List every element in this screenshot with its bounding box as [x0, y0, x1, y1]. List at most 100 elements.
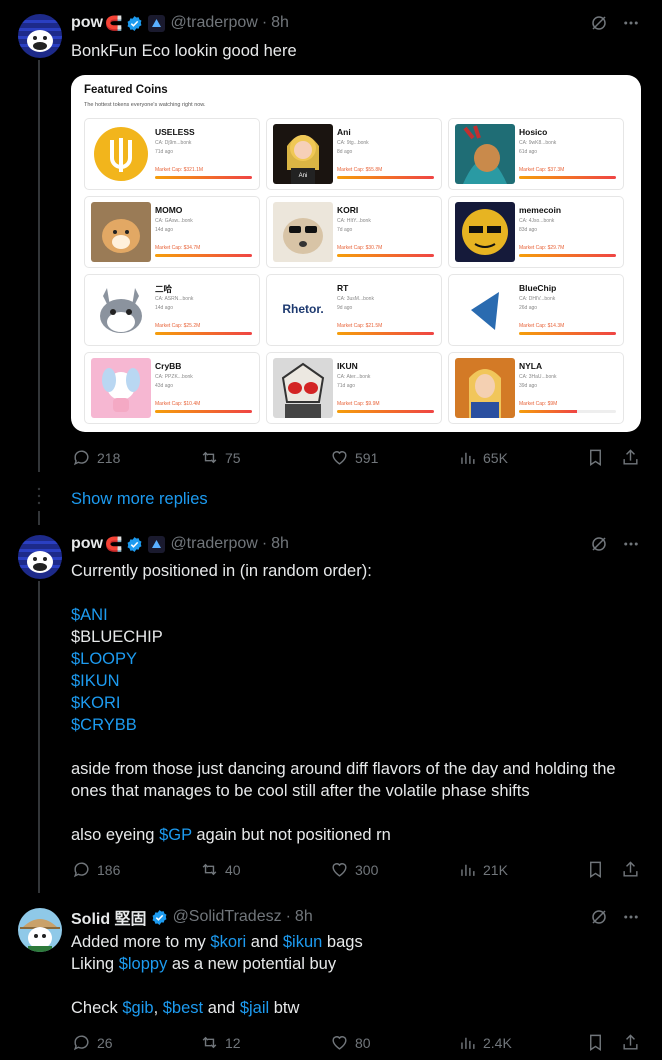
grok-icon[interactable]: [590, 14, 608, 32]
ticker-link[interactable]: $IKUN: [71, 670, 120, 692]
coin-progress-fill: [155, 176, 252, 179]
tweet-2[interactable]: pow 🧲 @traderpow · 8h Currently position…: [0, 533, 662, 895]
more-options-icon[interactable]: [622, 14, 640, 32]
more-options-icon[interactable]: [622, 908, 640, 926]
display-name[interactable]: Solid 堅固: [71, 905, 147, 929]
ticker-link[interactable]: $ANI: [71, 604, 108, 626]
display-name[interactable]: pow: [71, 535, 103, 553]
ticker-link[interactable]: $best: [163, 999, 203, 1017]
views-button[interactable]: 65K: [458, 448, 508, 467]
coin-thumbnail-label: Rhetor.: [282, 302, 324, 316]
tweet-header: pow 🧲 @traderpow · 8h: [71, 533, 289, 555]
reply-count: 26: [97, 1034, 113, 1051]
tweet-text-line: Liking $loppy as a new potential buy: [71, 953, 336, 975]
share-button[interactable]: [621, 860, 640, 879]
coin-thumbnail: [455, 358, 515, 418]
coin-name: 二哈: [155, 284, 173, 294]
verified-badge-icon[interactable]: [151, 909, 168, 926]
handle[interactable]: @traderpow: [170, 535, 257, 553]
coin-card: MOMO CA: GAsw...bonk 14d ago Market Cap: $3…: [84, 196, 260, 268]
text-segment: Added more to my: [71, 933, 211, 951]
coin-cap: Market Cap: $55.8M: [337, 167, 383, 173]
bookmark-button[interactable]: [586, 448, 605, 467]
ticker-link[interactable]: $gib: [122, 999, 153, 1017]
ticker-plain: $BLUECHIP: [71, 628, 163, 646]
coin-name: KORI: [337, 205, 359, 215]
handle[interactable]: @SolidTradesz: [173, 908, 282, 926]
affiliate-badge-icon[interactable]: [148, 14, 166, 32]
ticker-link[interactable]: $KORI: [71, 692, 121, 714]
coin-card: Ani Ani CA: 9tg...bonk 8d ago Market Cap: $5…: [266, 118, 442, 190]
timestamp[interactable]: 8h: [271, 14, 289, 32]
media-title: Featured Coins: [84, 84, 168, 96]
coin-ca: CA: DHIV...bonk: [519, 296, 556, 302]
share-button[interactable]: [621, 448, 640, 467]
tweet-paragraph: aside from those just dancing around dif…: [71, 760, 616, 778]
ticker-link[interactable]: $ikun: [283, 933, 322, 951]
coin-cap: Market Cap: $25.2M: [155, 323, 201, 329]
handle[interactable]: @traderpow: [170, 14, 257, 32]
coin-progress-fill: [519, 254, 616, 257]
views-button[interactable]: 2.4K: [458, 1033, 512, 1052]
views-button[interactable]: 21K: [458, 860, 508, 879]
coin-progress-bar: [155, 332, 252, 335]
magnet-icon: 🧲: [105, 535, 123, 552]
ticker-link[interactable]: $loppy: [119, 955, 168, 973]
ticker-link[interactable]: $LOOPY: [71, 648, 137, 670]
coin-cap: Market Cap: $9.9M: [337, 401, 380, 407]
like-button[interactable]: 300: [330, 860, 378, 879]
affiliate-badge-icon[interactable]: [148, 535, 166, 553]
reply-button[interactable]: 186: [72, 860, 120, 879]
coin-age: 8d ago: [337, 149, 353, 155]
ticker-link[interactable]: $CRYBB: [71, 714, 137, 736]
ticker-link[interactable]: $jail: [240, 999, 269, 1017]
bookmark-button[interactable]: [586, 860, 605, 879]
repost-button[interactable]: 12: [200, 1033, 241, 1052]
coin-age: 71d ago: [337, 383, 356, 389]
coin-progress-bar: [337, 410, 434, 413]
ticker-link[interactable]: $GP: [159, 826, 192, 844]
coin-name: memecoin: [519, 205, 562, 215]
ticker-link[interactable]: $kori: [210, 933, 246, 951]
timestamp[interactable]: 8h: [271, 535, 289, 553]
grok-icon[interactable]: [590, 908, 608, 926]
tweet-text-line: Check $gib, $best and $jail btw: [71, 997, 299, 1019]
coin-ca: CA: Ater...bonk: [337, 374, 371, 380]
coin-card: KORI CA: HItY...bonk 7d ago Market Cap: $30…: [266, 196, 442, 268]
coin-ca: CA: GAsw...bonk: [155, 218, 193, 224]
tweet-3[interactable]: Solid 堅固 @SolidTradesz · 8h Added more t…: [0, 906, 662, 1058]
repost-button[interactable]: 75: [200, 448, 241, 467]
timestamp[interactable]: 8h: [295, 908, 313, 926]
like-button[interactable]: 80: [330, 1033, 371, 1052]
verified-badge-icon[interactable]: [126, 536, 143, 553]
reply-button[interactable]: 218: [72, 448, 120, 467]
thread-line: [38, 60, 40, 472]
repost-button[interactable]: 40: [200, 860, 241, 879]
more-options-icon[interactable]: [622, 535, 640, 553]
coin-progress-fill: [337, 410, 434, 413]
show-more-replies-link[interactable]: Show more replies: [71, 490, 208, 509]
coin-card: NYLA CA: 3HaU...bonk 39d ago Market Cap: $9…: [448, 352, 624, 424]
verified-badge-icon[interactable]: [126, 15, 143, 32]
coin-progress-bar: [519, 332, 616, 335]
grok-icon[interactable]: [590, 535, 608, 553]
avatar-traderpow[interactable]: [18, 535, 62, 579]
display-name[interactable]: pow: [71, 14, 103, 32]
share-button[interactable]: [621, 1033, 640, 1052]
coin-name: NYLA: [519, 361, 543, 371]
tweet-1[interactable]: pow 🧲 @traderpow · 8h BonkFun Eco lookin…: [0, 12, 662, 482]
reply-button[interactable]: 26: [72, 1033, 113, 1052]
like-button[interactable]: 591: [330, 448, 378, 467]
tweet-media-image[interactable]: Featured Coins The hottest tokens everyo…: [71, 75, 641, 432]
coin-thumbnail: [273, 358, 333, 418]
bookmark-button[interactable]: [586, 1033, 605, 1052]
coin-card: Hosico CA: 9wK8...bonk 61d ago Market Cap: …: [448, 118, 624, 190]
separator: ·: [261, 535, 268, 552]
separator: ·: [261, 14, 268, 31]
coin-cap: Market Cap: $29.7M: [519, 245, 565, 251]
coin-grid: USELESS CA: Dj9m...bonk 71d ago Market Cap:…: [84, 118, 624, 424]
coin-thumbnail: [455, 124, 515, 184]
coin-progress-bar: [519, 176, 616, 179]
avatar-solidtradesz[interactable]: [18, 908, 62, 952]
avatar-traderpow[interactable]: [18, 14, 62, 58]
